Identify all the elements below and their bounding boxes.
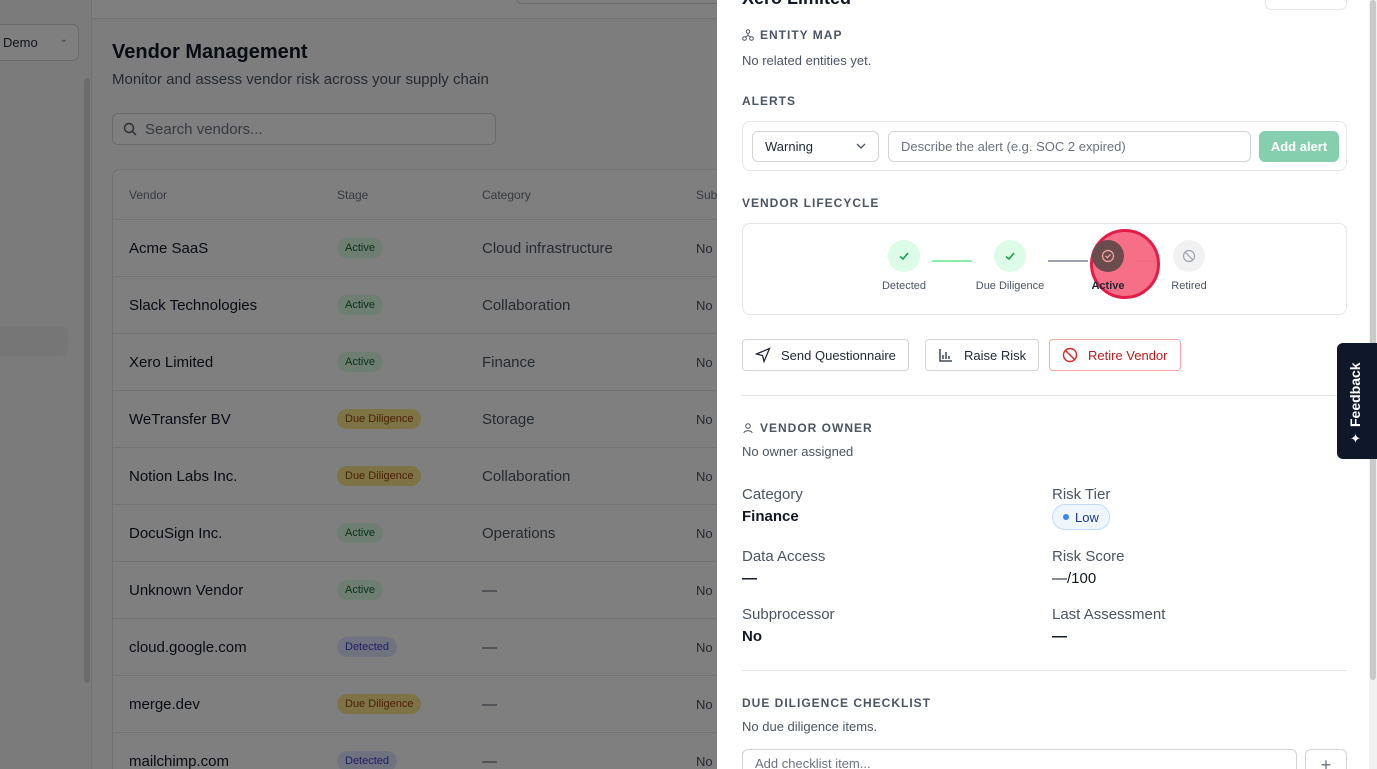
vendor-detail-panel: Xero Limited ENTITY MAP No related entit…: [717, 0, 1377, 769]
data-access-value: —: [742, 570, 757, 587]
sparkle-icon: ✦: [1350, 431, 1361, 446]
last-assessment-label: Last Assessment: [1052, 606, 1166, 623]
chevron-down-icon: [856, 143, 866, 149]
alert-severity-select[interactable]: Warning: [752, 131, 879, 162]
panel-edit-button[interactable]: [1265, 0, 1347, 10]
entity-map-label: ENTITY MAP: [760, 28, 843, 42]
checklist-input-placeholder: Add checklist item...: [755, 756, 871, 769]
alert-form: Warning Describe the alert (e.g. SOC 2 e…: [742, 121, 1347, 171]
vendor-owner-heading: VENDOR OWNER: [742, 421, 873, 435]
raise-risk-label: Raise Risk: [964, 347, 1027, 363]
subprocessor-label: Subprocessor: [742, 606, 835, 623]
lifecycle-step-label: Detected: [881, 280, 927, 292]
check-circle-icon: [1092, 240, 1124, 272]
risk-score-label: Risk Score: [1052, 548, 1125, 565]
user-icon: [743, 423, 753, 434]
data-access-label: Data Access: [742, 548, 826, 565]
risk-tier-value: Low: [1075, 509, 1099, 525]
lifecycle-heading: VENDOR LIFECYCLE: [742, 196, 879, 210]
category-label: Category: [742, 486, 803, 503]
dot-icon: [1063, 514, 1069, 520]
alerts-heading: ALERTS: [742, 94, 796, 108]
risk-tier-label: Risk Tier: [1052, 486, 1111, 503]
ban-icon: [1173, 240, 1205, 272]
alert-severity-value: Warning: [765, 139, 813, 154]
lifecycle-step-active[interactable]: Active: [1068, 240, 1148, 292]
category-value: Finance: [742, 508, 799, 525]
bar-chart-icon: [939, 349, 952, 362]
entity-map-empty: No related entities yet.: [742, 53, 872, 68]
lifecycle-step-due-diligence[interactable]: Due Diligence: [970, 240, 1050, 292]
send-questionnaire-label: Send Questionnaire: [781, 347, 896, 363]
subprocessor-value: No: [742, 628, 762, 645]
scrollbar-thumb[interactable]: [1370, 0, 1376, 680]
lifecycle-step-retired[interactable]: Retired: [1149, 240, 1229, 292]
lifecycle-stepper: Detected Due Diligence Active Retired: [742, 223, 1347, 315]
panel-title: Xero Limited: [742, 0, 851, 9]
lifecycle-step-detected[interactable]: Detected: [864, 240, 944, 292]
add-alert-button[interactable]: Add alert: [1259, 131, 1339, 162]
lifecycle-label: VENDOR LIFECYCLE: [742, 196, 880, 210]
alerts-label: ALERTS: [742, 94, 796, 108]
lifecycle-step-label: Retired: [1171, 280, 1207, 292]
checklist-item-input[interactable]: Add checklist item...: [742, 749, 1297, 769]
check-icon: [888, 240, 920, 272]
alert-input-placeholder: Describe the alert (e.g. SOC 2 expired): [901, 139, 1126, 154]
divider: [742, 395, 1347, 396]
alert-description-input[interactable]: Describe the alert (e.g. SOC 2 expired): [888, 131, 1251, 162]
feedback-tab[interactable]: Feedback ✦: [1337, 343, 1377, 459]
checklist-label: DUE DILIGENCE CHECKLIST: [742, 696, 932, 710]
send-questionnaire-button[interactable]: Send Questionnaire: [742, 339, 909, 371]
divider: [742, 670, 1347, 671]
checklist-heading: DUE DILIGENCE CHECKLIST: [742, 696, 931, 710]
lifecycle-step-label: Due Diligence: [975, 280, 1045, 292]
add-checklist-item-button[interactable]: +: [1305, 749, 1347, 769]
last-assessment-value: —: [1052, 628, 1067, 645]
risk-tier-badge: Low: [1052, 504, 1110, 530]
retire-vendor-button[interactable]: Retire Vendor: [1049, 339, 1181, 371]
send-icon: [755, 347, 771, 363]
risk-score-value: —/100: [1052, 570, 1097, 587]
check-icon: [994, 240, 1026, 272]
plus-icon: +: [1320, 754, 1332, 769]
entity-map-heading: ENTITY MAP: [742, 28, 842, 42]
ban-icon: [1062, 347, 1078, 363]
lifecycle-step-label: Active: [1091, 280, 1125, 292]
feedback-label: Feedback: [1347, 362, 1363, 427]
raise-risk-button[interactable]: Raise Risk: [925, 339, 1040, 371]
vendor-owner-empty: No owner assigned: [742, 444, 854, 459]
network-icon: [742, 29, 754, 41]
checklist-empty: No due diligence items.: [742, 719, 878, 734]
vendor-owner-label: VENDOR OWNER: [760, 421, 873, 435]
retire-vendor-label: Retire Vendor: [1088, 347, 1168, 363]
